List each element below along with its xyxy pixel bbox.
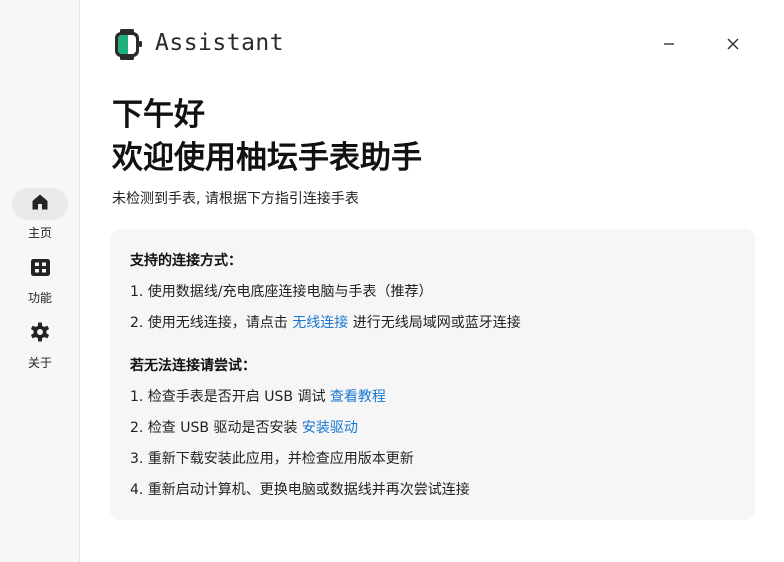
troubleshoot-usb-driver: 2. 检查 USB 驱动是否安装 安装驱动	[130, 418, 358, 438]
sidebar-item-home-pill	[12, 188, 68, 220]
wireless-connect-link[interactable]: 无线连接	[292, 315, 348, 331]
app-title: Assistant	[155, 30, 285, 56]
welcome-heading: 欢迎使用柚坛手表助手	[112, 140, 422, 176]
close-button[interactable]	[719, 31, 747, 59]
home-icon	[31, 193, 49, 215]
troubleshoot-usb-debug-text: 1. 检查手表是否开启 USB 调试	[130, 389, 326, 405]
view-tutorial-link[interactable]: 查看教程	[330, 389, 386, 405]
close-icon	[726, 36, 740, 55]
minimize-button[interactable]	[655, 31, 683, 59]
connection-status-text: 未检测到手表, 请根据下方指引连接手表	[112, 191, 359, 207]
grid-icon	[30, 258, 50, 280]
sidebar-item-label: 主页	[27, 226, 52, 240]
connect-method-wireless: 2. 使用无线连接，请点击 无线连接 进行无线局域网或蓝牙连接	[130, 313, 521, 333]
sidebar-item-about[interactable]: 关于	[0, 318, 80, 371]
sidebar-item-home[interactable]: 主页	[0, 188, 80, 241]
troubleshoot-reinstall: 3. 重新下载安装此应用，并检查应用版本更新	[130, 451, 414, 467]
install-driver-link[interactable]: 安装驱动	[302, 420, 358, 436]
connection-guide-card: 支持的连接方式： 1. 使用数据线/充电底座连接电脑与手表（推荐） 2. 使用无…	[110, 229, 755, 520]
sidebar-item-label: 关于	[27, 356, 52, 370]
connect-method-cable: 1. 使用数据线/充电底座连接电脑与手表（推荐）	[130, 284, 433, 300]
sidebar-item-features-pill	[12, 253, 68, 285]
troubleshoot-usb-debug: 1. 检查手表是否开启 USB 调试 查看教程	[130, 387, 386, 407]
greeting-heading: 下午好	[112, 97, 205, 133]
connect-method-wireless-prefix: 2. 使用无线连接，请点击	[130, 315, 288, 331]
sidebar: 主页 功能 关于	[0, 0, 80, 562]
watch-logo-icon	[111, 28, 144, 61]
minimize-icon	[662, 36, 676, 55]
sidebar-item-about-pill	[12, 318, 68, 350]
sidebar-item-label: 功能	[27, 291, 52, 305]
connect-methods-heading: 支持的连接方式：	[130, 253, 242, 269]
troubleshoot-restart: 4. 重新启动计算机、更换电脑或数据线并再次尝试连接	[130, 482, 470, 498]
sidebar-item-features[interactable]: 功能	[0, 253, 80, 306]
troubleshoot-heading: 若无法连接请尝试：	[130, 358, 256, 374]
gear-icon	[30, 322, 50, 346]
main-content: Assistant 下午好 欢迎使用柚坛手表助手 未检测到手表, 请根据下方指引…	[81, 0, 784, 562]
connect-method-wireless-suffix: 进行无线局域网或蓝牙连接	[352, 315, 521, 331]
troubleshoot-usb-driver-text: 2. 检查 USB 驱动是否安装	[130, 420, 298, 436]
